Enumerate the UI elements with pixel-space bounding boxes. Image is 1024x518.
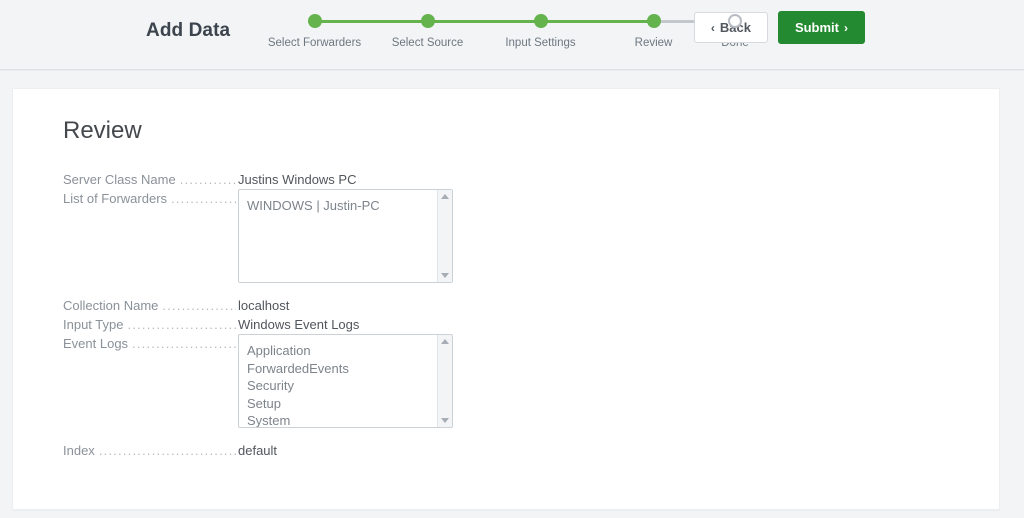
review-row-label: Index...................................… bbox=[63, 442, 238, 460]
leader-dots: ........................................… bbox=[98, 443, 236, 458]
review-summary-list: Server Class Name.......................… bbox=[63, 171, 969, 460]
review-label-text: Event Logs bbox=[63, 336, 129, 351]
listbox-scrollbar[interactable] bbox=[437, 190, 452, 282]
review-row-value: Windows Event Logs bbox=[238, 317, 360, 332]
leader-dots: ........................................… bbox=[179, 172, 236, 187]
review-row: Collection Name.........................… bbox=[63, 297, 969, 315]
scroll-up-arrow-icon[interactable] bbox=[441, 194, 449, 199]
stepper-label: Input Settings bbox=[505, 37, 576, 49]
stepper-dot-current-icon bbox=[646, 14, 661, 28]
leader-dots: ........................................… bbox=[127, 317, 236, 332]
review-row-label: Server Class Name.......................… bbox=[63, 171, 238, 189]
listbox-items: Application ForwardedEvents Security Setup S… bbox=[239, 335, 452, 427]
stepper-dot-row bbox=[484, 14, 654, 28]
stepper-label: Review bbox=[634, 37, 673, 49]
review-label-text: Collection Name bbox=[63, 298, 159, 313]
review-row-label: Collection Name.........................… bbox=[63, 297, 238, 315]
app-header: Add Data Select Forwarders Select Source… bbox=[0, 0, 1024, 70]
listbox-item[interactable]: System bbox=[247, 412, 452, 427]
stepper-dot-row bbox=[258, 14, 428, 28]
stepper-step-select-source[interactable]: Select Source bbox=[371, 14, 541, 49]
stepper-label: Select Source bbox=[391, 37, 464, 49]
listbox-item[interactable]: WINDOWS | Justin-PC bbox=[247, 197, 452, 215]
stepper-step-select-forwarders[interactable]: Select Forwarders bbox=[258, 14, 428, 49]
scroll-down-arrow-icon[interactable] bbox=[441, 418, 449, 423]
review-row: Server Class Name.......................… bbox=[63, 171, 969, 189]
review-row: Input Type..............................… bbox=[63, 316, 969, 334]
leader-dots: ........................................… bbox=[162, 298, 236, 313]
review-label-text: Index bbox=[63, 443, 95, 458]
stepper-step-input-settings[interactable]: Input Settings bbox=[484, 14, 654, 49]
review-row-label: Input Type..............................… bbox=[63, 316, 238, 334]
review-listbox[interactable]: Application ForwardedEvents Security Setup S… bbox=[238, 334, 453, 428]
listbox-item[interactable]: Application bbox=[247, 342, 452, 360]
review-label-text: Input Type bbox=[63, 317, 124, 332]
review-label-text: Server Class Name bbox=[63, 172, 176, 187]
listbox-item[interactable]: ForwardedEvents bbox=[247, 360, 452, 378]
listbox-item[interactable]: Setup bbox=[247, 395, 452, 413]
listbox-scrollbar[interactable] bbox=[437, 335, 452, 427]
stepper-dot-complete-icon bbox=[533, 14, 548, 28]
review-row-value: Justins Windows PC bbox=[238, 172, 357, 187]
review-row-label: Event Logs..............................… bbox=[63, 335, 238, 353]
stepper-dot-complete-icon bbox=[307, 14, 322, 28]
stepper-label: Select Forwarders bbox=[267, 37, 362, 49]
leader-dots: ........................................… bbox=[132, 336, 236, 351]
submit-button-label: Submit bbox=[794, 20, 839, 35]
review-row: List of Forwarders......................… bbox=[63, 189, 969, 283]
review-row-value: default bbox=[238, 443, 278, 458]
stepper-dot-row bbox=[371, 14, 541, 28]
review-row: Index...................................… bbox=[63, 442, 969, 460]
review-label-text: List of Forwarders bbox=[63, 191, 168, 206]
review-card: Review Server Class Name................… bbox=[12, 88, 1000, 510]
header-actions: ‹ Back Submit › bbox=[693, 11, 865, 44]
listbox-item[interactable]: Security bbox=[247, 377, 452, 395]
review-row-value: localhost bbox=[238, 298, 290, 313]
stepper-dot-complete-icon bbox=[420, 14, 435, 28]
scroll-up-arrow-icon[interactable] bbox=[441, 339, 449, 344]
submit-button[interactable]: Submit › bbox=[777, 11, 865, 44]
review-listbox[interactable]: WINDOWS | Justin-PC bbox=[238, 189, 453, 283]
stepper-dot-pending-icon bbox=[728, 14, 742, 28]
chevron-right-icon: › bbox=[844, 20, 848, 35]
review-row: Event Logs..............................… bbox=[63, 334, 969, 428]
review-row-label: List of Forwarders......................… bbox=[63, 190, 238, 208]
scroll-down-arrow-icon[interactable] bbox=[441, 273, 449, 278]
content-wrapper: Review Server Class Name................… bbox=[0, 70, 1024, 510]
wizard-stepper: Select Forwarders Select Source Input Se… bbox=[258, 14, 767, 49]
leader-dots: ........................................… bbox=[171, 191, 236, 206]
page-header-title: Add Data bbox=[146, 20, 231, 41]
page-title: Review bbox=[63, 117, 142, 144]
listbox-items: WINDOWS | Justin-PC bbox=[239, 190, 452, 215]
chevron-left-icon: ‹ bbox=[710, 20, 715, 35]
